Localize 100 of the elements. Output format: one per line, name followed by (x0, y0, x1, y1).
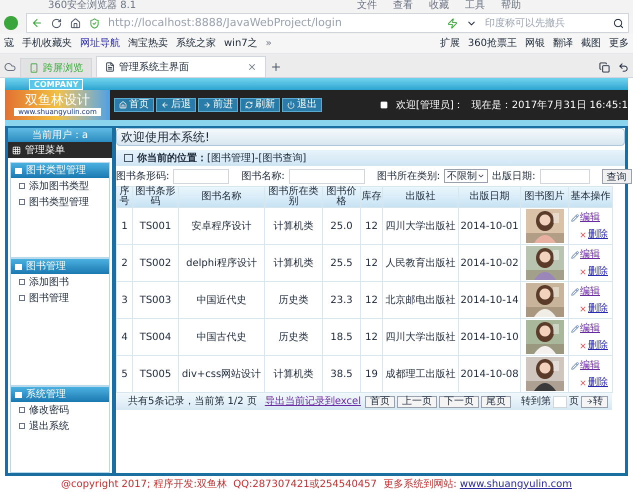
bookmark-link[interactable]: 系统之家 (176, 36, 216, 51)
column-header: 出版日期 (458, 186, 520, 208)
menu-item[interactable]: 添加图书类型 (11, 178, 109, 194)
nav-button[interactable]: 后退 (156, 98, 196, 112)
dropdown-icon (477, 172, 486, 180)
pencil-icon (571, 324, 579, 332)
browser-tab[interactable]: 管理系统主界面 (96, 56, 266, 77)
pager-button[interactable]: 尾页 (480, 396, 511, 408)
table-cell: 北京邮电出版社 (382, 282, 458, 318)
welcome-text: 欢迎[管理员]： (396, 98, 464, 112)
undo-icon[interactable] (618, 62, 629, 73)
category-select[interactable]: 不限制 (444, 169, 488, 183)
name-field[interactable] (288, 168, 365, 184)
field-label: 图书名称: (241, 170, 285, 184)
more-bookmarks-link[interactable]: » (266, 36, 272, 51)
nav-button[interactable]: 首页 (114, 98, 154, 112)
table-cell: 历史类 (264, 318, 322, 356)
home-icon (119, 101, 127, 109)
delete-link[interactable]: 删除 (588, 264, 608, 279)
menu-item[interactable]: 收藏 (429, 0, 449, 12)
toolbar-link[interactable]: 网银 (525, 36, 545, 51)
menu-item[interactable]: 工具 (465, 0, 485, 12)
column-header: 库存 (360, 186, 382, 208)
edit-link[interactable]: 编辑 (580, 321, 600, 336)
bookmark-link[interactable]: 寇 (4, 36, 14, 51)
table-cell: TS003 (132, 282, 178, 318)
delete-link[interactable]: 删除 (588, 338, 608, 353)
back-icon (161, 101, 169, 109)
bookmark-link[interactable]: win7之 (224, 36, 258, 51)
pencil-icon (571, 250, 579, 258)
menu-item[interactable]: 图书类型管理 (11, 194, 109, 210)
toolbar-link[interactable]: 更多 (609, 36, 629, 51)
menu-title: 管理菜单 (25, 144, 65, 158)
table-cell: 中国古代史 (178, 318, 264, 356)
delete-link[interactable]: 删除 (588, 375, 608, 390)
power-icon (287, 101, 295, 109)
table-cell: 人民教育出版社 (382, 244, 458, 282)
nav-button[interactable]: 刷新 (240, 98, 280, 112)
menu-item[interactable]: 查看 (393, 0, 413, 12)
menu-item[interactable]: 退出系统 (11, 418, 109, 434)
close-icon[interactable] (247, 62, 257, 72)
bookmark-link[interactable]: 手机收藏夹 (22, 36, 72, 51)
toolbar-link[interactable]: 翻译 (553, 36, 573, 51)
menu-item[interactable]: 修改密码 (11, 402, 109, 418)
table-cell: 2014-10-10 (458, 318, 520, 356)
nav-button[interactable]: 退出 (282, 98, 322, 112)
column-header: 图书条形码 (132, 186, 178, 208)
delete-link[interactable]: 删除 (588, 301, 608, 316)
field-label: 图书条形码: (116, 170, 170, 184)
phone-icon (29, 63, 39, 73)
footer-link[interactable]: www.shuangyulin.com (460, 476, 572, 492)
table-cell: 2 (116, 244, 132, 282)
column-header: 图书所在类别 (264, 186, 322, 208)
pencil-icon (571, 214, 579, 222)
toolbar-link[interactable]: 截图 (581, 36, 601, 51)
toolbar-link[interactable]: 360抢票王 (468, 36, 517, 51)
bookmark-link[interactable]: 淘宝热卖 (128, 36, 168, 51)
page-label: 页 (568, 395, 579, 409)
barcode-field[interactable] (173, 168, 230, 184)
export-link[interactable]: 导出当前记录到excel (264, 394, 361, 409)
delete-icon (579, 304, 587, 312)
column-header: 图书名称 (178, 186, 264, 208)
goto-label: 转到第 (520, 395, 551, 409)
pager-button[interactable]: 首页 (364, 396, 395, 408)
delete-icon (579, 268, 587, 276)
menu-item[interactable]: 图书管理 (11, 290, 109, 306)
table-cell: 四川大学出版社 (382, 208, 458, 244)
bookmark-link[interactable]: 网址导航 (80, 36, 120, 51)
forward-icon (203, 101, 211, 109)
table-cell: 四川大学出版社 (382, 318, 458, 356)
table-cell: TS001 (132, 208, 178, 244)
table-cell: 历史类 (264, 282, 322, 318)
menu-item[interactable]: 帮助 (501, 0, 521, 12)
page-field[interactable] (552, 396, 567, 408)
table-cell: 2014-10-01 (458, 208, 520, 244)
record-summary: 共有5条记录，当前第 1/2 页 (128, 394, 257, 409)
copy-icon[interactable] (599, 62, 610, 73)
menu-item[interactable]: 添加图书 (11, 274, 109, 290)
pager-button[interactable]: 下一页 (438, 396, 479, 408)
table-cell: 2014-10-14 (458, 282, 520, 318)
table-cell: 5 (116, 356, 132, 392)
go-button[interactable]: 转 (580, 396, 608, 408)
edit-link[interactable]: 编辑 (580, 247, 600, 262)
table-cell: 12 (360, 282, 382, 318)
date-field[interactable] (540, 168, 590, 184)
delete-icon (579, 342, 587, 350)
table-cell: 12 (360, 208, 382, 244)
column-header: 图书价格 (322, 186, 360, 208)
pager-button[interactable]: 上一页 (396, 396, 437, 408)
delete-icon (579, 378, 587, 386)
toolbar-link[interactable]: 扩展 (440, 36, 460, 51)
table-cell: 12 (360, 244, 382, 282)
nav-button[interactable]: 前进 (198, 98, 238, 112)
edit-link[interactable]: 编辑 (580, 284, 600, 299)
edit-link[interactable]: 编辑 (580, 358, 600, 373)
cloud-icon[interactable] (4, 61, 16, 73)
new-tab-icon[interactable] (270, 61, 282, 73)
edit-link[interactable]: 编辑 (580, 210, 600, 225)
search-button[interactable]: 查询 (602, 168, 632, 184)
delete-link[interactable]: 删除 (588, 227, 608, 242)
